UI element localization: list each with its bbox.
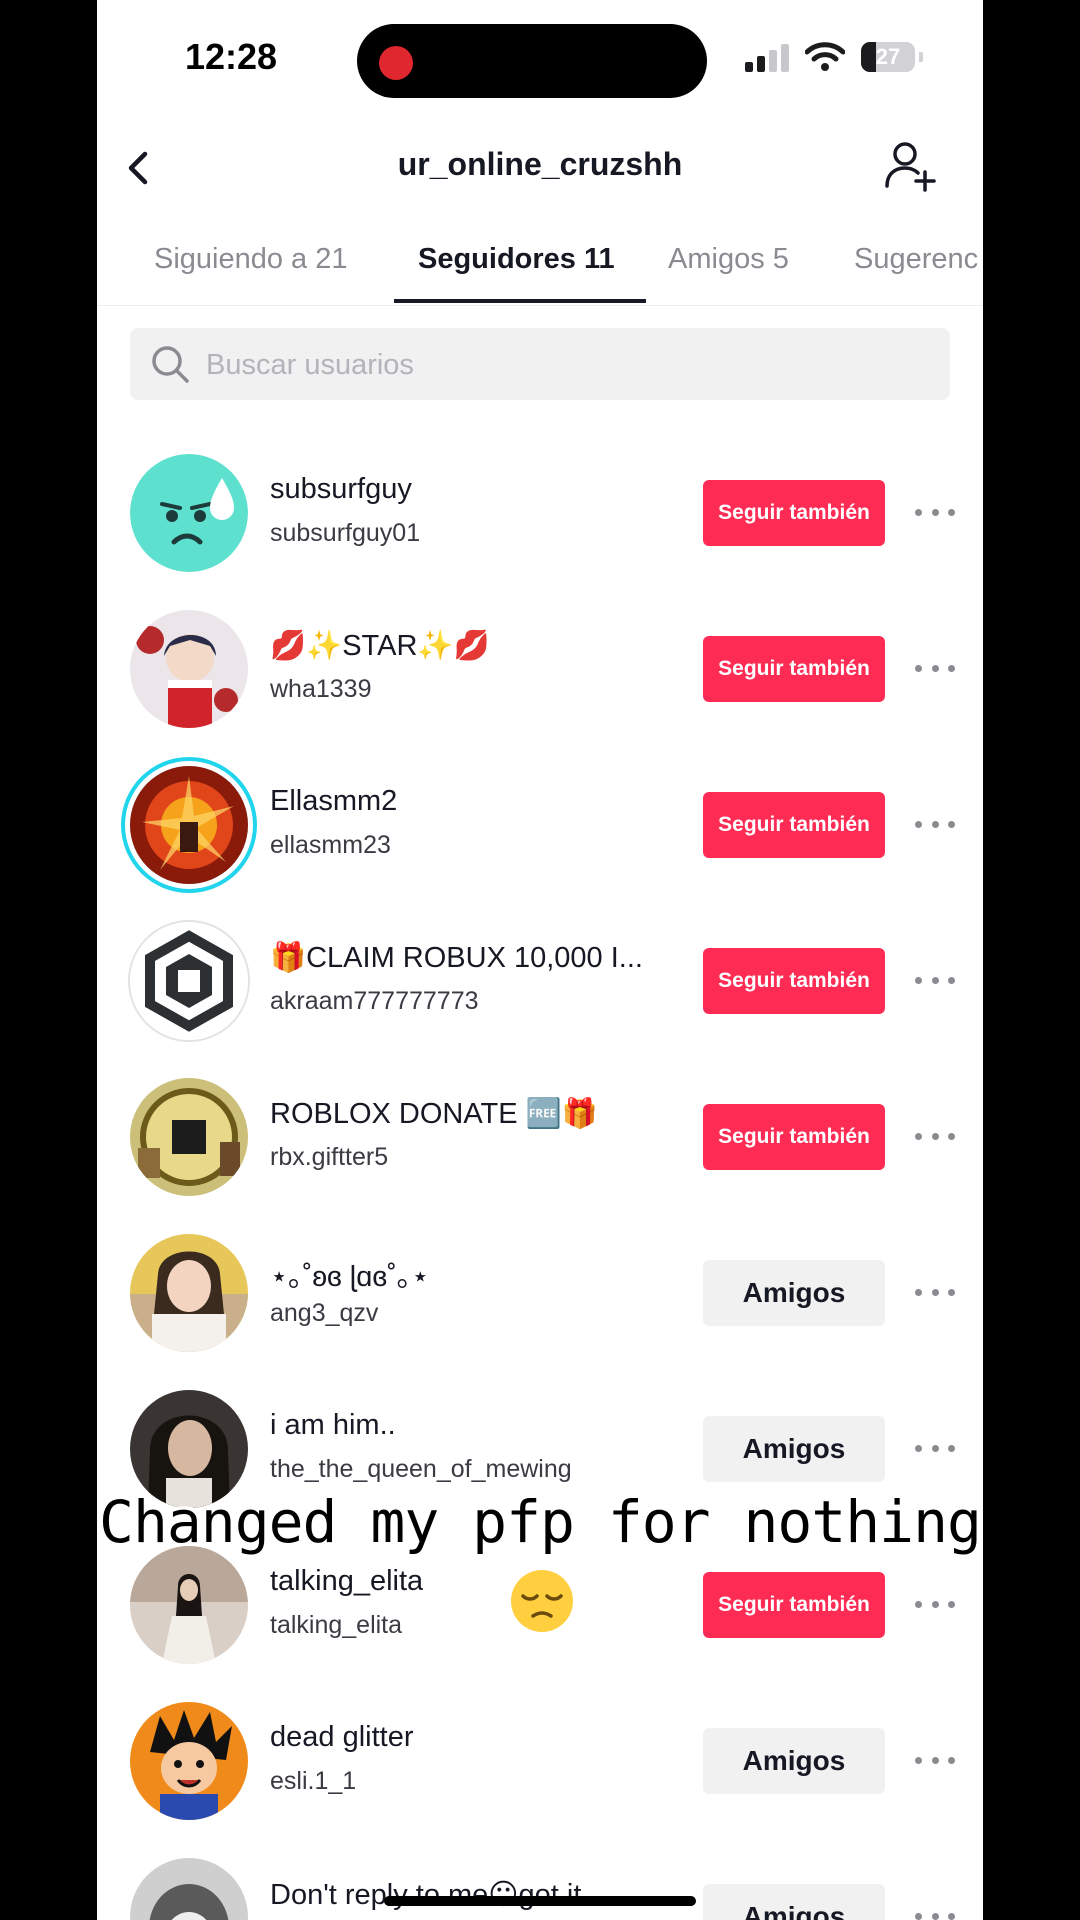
home-indicator[interactable]: [384, 1896, 696, 1906]
follow-back-button[interactable]: Seguir también: [703, 1104, 885, 1170]
friends-button[interactable]: Amigos: [703, 1416, 885, 1482]
avatar[interactable]: [130, 1234, 248, 1352]
battery-icon: 27: [861, 42, 915, 72]
follower-name: Ellasmm2: [270, 785, 398, 817]
follow-back-button[interactable]: Seguir también: [703, 792, 885, 858]
follow-back-button[interactable]: Seguir también: [703, 1572, 885, 1638]
follower-handle: wha1339: [270, 675, 372, 703]
follower-row[interactable]: 🎁CLAIM ROBUX 10,000 I... akraam777777773…: [97, 888, 983, 1044]
wifi-icon: [805, 42, 845, 71]
follow-back-button[interactable]: Seguir también: [703, 636, 885, 702]
more-options-icon[interactable]: [915, 1280, 955, 1304]
tab-followers[interactable]: Seguidores 11: [418, 243, 615, 276]
follower-row[interactable]: dead glitter esli.1_1 Amigos: [97, 1668, 983, 1824]
follower-name: ROBLOX DONATE 🆓🎁: [270, 1098, 598, 1130]
follower-handle: akraam777777773: [270, 987, 479, 1015]
follower-handle: ellasmm23: [270, 831, 391, 859]
follower-handle: talking_elita: [270, 1611, 403, 1639]
friends-button[interactable]: Amigos: [703, 1884, 885, 1920]
more-options-icon[interactable]: [915, 968, 955, 992]
avatar[interactable]: [130, 610, 248, 728]
more-options-icon[interactable]: [915, 500, 955, 524]
tab-friends[interactable]: Amigos 5: [668, 243, 789, 276]
follow-back-button[interactable]: Seguir también: [703, 480, 885, 546]
follower-row[interactable]: subsurfguy subsurfguy01 Seguir también: [97, 420, 983, 576]
follower-name: dead glitter: [270, 1721, 414, 1753]
recording-indicator-icon: [379, 46, 413, 80]
follower-name: 💋✨STAR✨💋: [270, 630, 490, 662]
follower-handle: rbx.giftter5: [270, 1143, 389, 1171]
follower-name: ⋆｡˚ʚɞ ɭɑɞ˚｡⋆: [270, 1261, 430, 1293]
follower-row[interactable]: ROBLOX DONATE 🆓🎁 rbx.giftter5 Seguir tam…: [97, 1044, 983, 1200]
follower-name: i am him..: [270, 1409, 396, 1441]
tab-bar: Siguiendo a 21 Seguidores 11 Amigos 5 Su…: [97, 225, 983, 306]
tab-following[interactable]: Siguiendo a 21: [154, 243, 348, 276]
more-options-icon[interactable]: [915, 812, 955, 836]
more-options-icon[interactable]: [915, 1124, 955, 1148]
search-icon: [152, 346, 189, 383]
overlay-caption: Changed my pfp for nothing: [99, 1488, 982, 1556]
follower-handle: the_the_queen_of_mewing: [270, 1455, 572, 1483]
follower-handle: ang3_qzv: [270, 1299, 379, 1327]
follower-handle: subsurfguy01: [270, 519, 421, 547]
follower-name: Don't reply to me😶got it...: [270, 1879, 606, 1911]
more-options-icon[interactable]: [915, 1904, 955, 1920]
follower-name: talking_elita: [270, 1565, 424, 1597]
header: ur_online_cruzshh: [97, 120, 983, 220]
phone-screen: 12:28 27 ur_online_cruzshh Siguiendo a 2…: [97, 0, 983, 1920]
friends-button[interactable]: Amigos: [703, 1260, 885, 1326]
avatar[interactable]: [130, 454, 248, 572]
cellular-signal-icon: [745, 44, 789, 72]
more-options-icon[interactable]: [915, 1592, 955, 1616]
avatar[interactable]: [130, 766, 248, 884]
pensive-face-icon: [511, 1570, 573, 1632]
avatar[interactable]: [130, 1702, 248, 1820]
more-options-icon[interactable]: [915, 1748, 955, 1772]
follower-handle: esli.1_1: [270, 1767, 357, 1795]
more-options-icon[interactable]: [915, 656, 955, 680]
follower-name: 🎁CLAIM ROBUX 10,000 I...: [270, 942, 643, 974]
battery-percent: 27: [875, 44, 901, 69]
avatar[interactable]: [130, 1078, 248, 1196]
friends-button[interactable]: Amigos: [703, 1728, 885, 1794]
avatar[interactable]: [130, 1546, 248, 1664]
follower-row[interactable]: Ellasmm2 ellasmm23 Seguir también: [97, 732, 983, 888]
follower-row[interactable]: ⋆｡˚ʚɞ ɭɑɞ˚｡⋆ ang3_qzv Amigos: [97, 1200, 983, 1356]
battery-cap: [919, 52, 923, 62]
avatar[interactable]: [130, 922, 248, 1040]
tab-suggestions[interactable]: Sugerenc: [854, 243, 978, 276]
add-user-icon[interactable]: [883, 138, 939, 194]
search-bar: [130, 328, 950, 402]
follower-name: subsurfguy: [270, 473, 412, 505]
follow-back-button[interactable]: Seguir también: [703, 948, 885, 1014]
dynamic-island: [357, 24, 707, 98]
avatar[interactable]: [130, 1858, 248, 1920]
more-options-icon[interactable]: [915, 1436, 955, 1460]
status-time: 12:28: [185, 36, 278, 77]
active-tab-indicator: [394, 299, 646, 303]
search-input[interactable]: [204, 328, 928, 402]
status-bar: 12:28 27: [97, 0, 983, 120]
page-title: ur_online_cruzshh: [397, 146, 683, 182]
follower-row[interactable]: 💋✨STAR✨💋 wha1339 Seguir también: [97, 576, 983, 732]
